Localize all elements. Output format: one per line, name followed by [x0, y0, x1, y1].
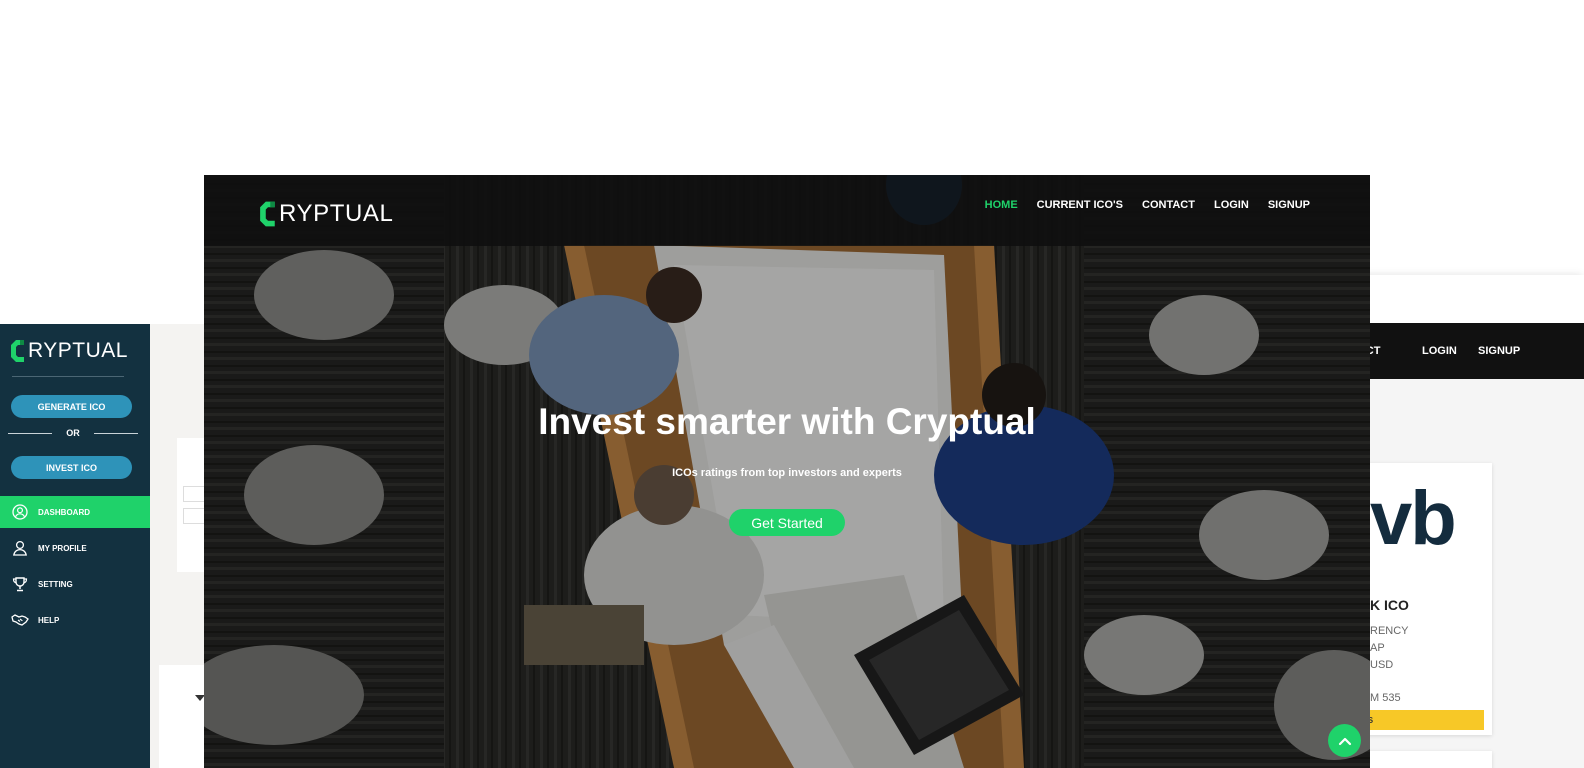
- nav-login-link[interactable]: LOGIN: [1422, 345, 1457, 357]
- handshake-icon: [11, 611, 29, 629]
- or-label: OR: [66, 428, 80, 438]
- chevron-up-icon: [1338, 737, 1351, 745]
- logo-mark-icon: [260, 201, 275, 227]
- get-started-button[interactable]: Get Started: [729, 509, 845, 536]
- dashboard-content-card-2: [159, 665, 205, 768]
- ico-card-line: RENCY: [1370, 625, 1409, 637]
- ico-card-next: [1360, 751, 1492, 768]
- sidebar-divider: [12, 376, 124, 377]
- ico-card-line: AP: [1370, 642, 1385, 654]
- mockup-navbar: NTACT LOGIN SIGNUP: [1344, 323, 1584, 379]
- sidebar-item-dashboard[interactable]: DASHBOARD: [0, 496, 150, 528]
- or-line-right: [93, 432, 138, 434]
- ico-card-line: USD: [1370, 659, 1394, 671]
- landing-hero: RYPTUAL HOME CURRENT ICO'S CONTACT LOGIN…: [204, 175, 1370, 768]
- ico-card-logo: vb: [1370, 476, 1457, 561]
- hero-navbar: RYPTUAL HOME CURRENT ICO'S CONTACT LOGIN…: [204, 175, 1370, 246]
- sidebar-item-my-profile[interactable]: MY PROFILE: [0, 532, 150, 564]
- hero-nav-menu: HOME CURRENT ICO'S CONTACT LOGIN SIGNUP: [985, 199, 1310, 211]
- logo-mark-icon: [11, 340, 24, 362]
- table-cell: [183, 508, 204, 524]
- nav-current-icos-link[interactable]: CURRENT ICO'S: [1037, 199, 1123, 211]
- sidebar-item-help[interactable]: HELP: [0, 604, 150, 636]
- ico-card-line: M 535: [1370, 692, 1401, 704]
- sidebar-item-setting[interactable]: SETTING: [0, 568, 150, 600]
- dashboard-content-card: [177, 438, 204, 572]
- sidebar-item-label: HELP: [38, 615, 60, 625]
- generate-ico-button[interactable]: GENERATE ICO: [11, 395, 132, 418]
- scroll-to-top-button[interactable]: [1328, 724, 1361, 757]
- user-icon: [11, 539, 29, 557]
- dashboard-mockup: RYPTUAL GENERATE ICO OR INVEST ICO DASHB…: [0, 324, 205, 768]
- or-separator: OR: [8, 426, 138, 440]
- nav-home-link[interactable]: HOME: [985, 199, 1018, 211]
- ico-card-title: K ICO: [1370, 597, 1409, 613]
- nav-signup-link[interactable]: SIGNUP: [1268, 199, 1310, 211]
- hero-subtitle: ICOs ratings from top investors and expe…: [672, 467, 902, 479]
- nav-contact-link[interactable]: CONTACT: [1142, 199, 1195, 211]
- trophy-icon: [11, 575, 29, 593]
- mockup-top-bar: [1360, 275, 1584, 323]
- hero-logo[interactable]: RYPTUAL: [259, 199, 393, 229]
- or-line-left: [8, 432, 53, 434]
- table-cell: [183, 486, 204, 502]
- nav-signup-link[interactable]: SIGNUP: [1478, 345, 1520, 357]
- sidebar-item-label: DASHBOARD: [38, 507, 90, 517]
- hero-title: Invest smarter with Cryptual: [538, 401, 1036, 442]
- sidebar-item-label: SETTING: [38, 579, 73, 589]
- invest-ico-button[interactable]: INVEST ICO: [11, 456, 132, 479]
- sidebar-item-label: MY PROFILE: [38, 543, 87, 553]
- dashboard-sidebar: RYPTUAL GENERATE ICO OR INVEST ICO DASHB…: [0, 324, 150, 768]
- dashboard-logo[interactable]: RYPTUAL: [10, 338, 128, 364]
- screenshot-stage: RYPTUAL GENERATE ICO OR INVEST ICO DASHB…: [0, 0, 1584, 768]
- ico-card-button[interactable]: NS: [1360, 710, 1484, 730]
- nav-login-link[interactable]: LOGIN: [1214, 199, 1249, 211]
- dashboard-logo-text: RYPTUAL: [28, 339, 128, 362]
- ico-card[interactable]: vb K ICO RENCY AP USD M 535 NS: [1360, 463, 1492, 735]
- user-circle-icon: [11, 503, 29, 521]
- hero-logo-text: RYPTUAL: [279, 200, 394, 227]
- ico-listing-mockup: NTACT LOGIN SIGNUP vb K ICO RENCY AP USD…: [1344, 275, 1584, 768]
